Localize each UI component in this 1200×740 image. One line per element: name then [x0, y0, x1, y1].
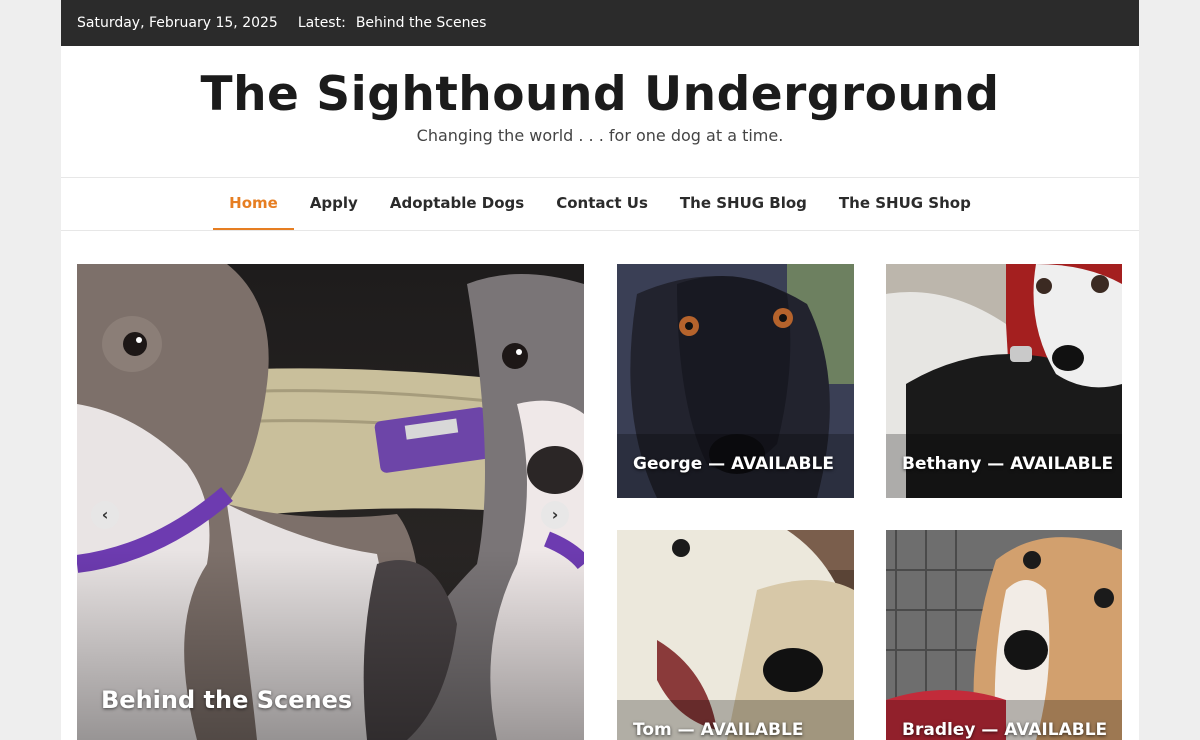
nav-item-shug-shop[interactable]: The SHUG Shop [823, 178, 987, 230]
card-image [886, 530, 1122, 740]
post-card-george[interactable]: George — AVAILABLE [617, 264, 854, 498]
post-card-tom[interactable]: Tom — AVAILABLE [617, 530, 854, 740]
current-date: Saturday, February 15, 2025 [77, 15, 278, 31]
card-title[interactable]: George — AVAILABLE [633, 454, 834, 474]
nav-item-shug-blog[interactable]: The SHUG Blog [664, 178, 823, 230]
main-navigation: Home Apply Adoptable Dogs Contact Us The… [61, 178, 1139, 231]
card-title[interactable]: Bradley — AVAILABLE [902, 720, 1107, 740]
card-image [617, 530, 854, 740]
post-card-bradley[interactable]: Bradley — AVAILABLE [886, 530, 1122, 740]
nav-item-apply[interactable]: Apply [294, 178, 374, 230]
nav-item-contact-us[interactable]: Contact Us [540, 178, 664, 230]
card-title[interactable]: Bethany — AVAILABLE [902, 454, 1113, 474]
site-branding: The Sighthound Underground Changing the … [61, 46, 1139, 178]
post-card-bethany[interactable]: Bethany — AVAILABLE [886, 264, 1122, 498]
chevron-right-icon: › [551, 505, 559, 524]
top-bar: Saturday, February 15, 2025 Latest: Behi… [61, 0, 1139, 46]
slider-image [77, 264, 584, 740]
site-tagline: Changing the world . . . for one dog at … [416, 126, 784, 145]
latest-post-link[interactable]: Behind the Scenes [356, 15, 487, 31]
latest-label: Latest: [297, 15, 346, 31]
nav-item-home[interactable]: Home [213, 178, 294, 230]
slider-next-button[interactable]: › [541, 501, 569, 529]
chevron-left-icon: ‹ [101, 505, 109, 524]
card-title[interactable]: Tom — AVAILABLE [633, 720, 803, 740]
slider-prev-button[interactable]: ‹ [91, 501, 119, 529]
nav-item-adoptable-dogs[interactable]: Adoptable Dogs [374, 178, 540, 230]
page-container: Saturday, February 15, 2025 Latest: Behi… [61, 0, 1139, 740]
featured-slider[interactable]: ‹ › Behind the Scenes [77, 264, 584, 740]
site-title[interactable]: The Sighthound Underground [61, 66, 1139, 124]
slide-title[interactable]: Behind the Scenes [101, 686, 352, 714]
